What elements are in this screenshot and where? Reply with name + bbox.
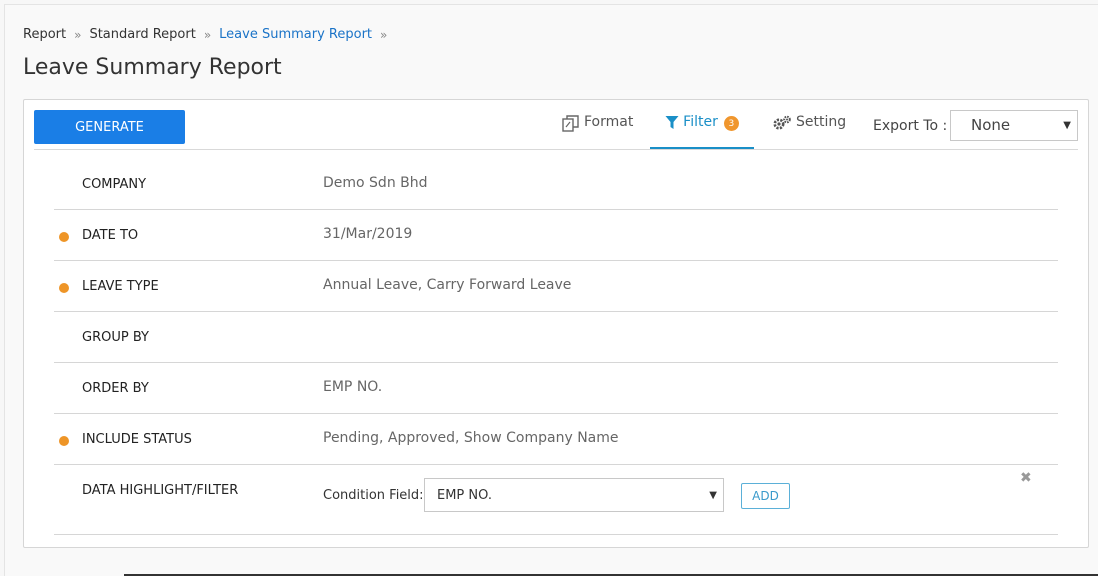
filter-row-group-by[interactable]: GROUP BY [54,312,1058,363]
filter-label: DATA HIGHLIGHT/FILTER [82,483,239,498]
export-select[interactable]: None ▼ [950,110,1078,141]
export-select-value: None [971,116,1011,134]
condition-field-select[interactable]: EMP NO. ▼ [424,478,724,512]
breadcrumb-item-current[interactable]: Leave Summary Report [219,27,372,42]
filter-value[interactable]: EMP NO. [323,379,382,395]
filter-row-date-to[interactable]: DATE TO 31/Mar/2019 [54,210,1058,261]
filter-label: ORDER BY [82,381,149,396]
toolbar-divider [34,149,1078,150]
export-label: Export To : [873,118,948,134]
breadcrumb-item-standard-report[interactable]: Standard Report [89,27,195,42]
filter-row-order-by[interactable]: ORDER BY EMP NO. [54,363,1058,414]
generate-button[interactable]: GENERATE [34,110,185,144]
filter-count-badge: 3 [723,116,739,131]
filter-row-company[interactable]: COMPANY Demo Sdn Bhd [54,159,1058,210]
tab-filter[interactable]: Filter 3 [650,114,754,150]
required-indicator-icon [59,283,69,293]
filter-label: INCLUDE STATUS [82,432,192,447]
gears-icon [772,115,792,131]
filter-row-leave-type[interactable]: LEAVE TYPE Annual Leave, Carry Forward L… [54,261,1058,312]
filter-value[interactable]: Demo Sdn Bhd [323,175,428,191]
tab-setting-label: Setting [796,114,847,130]
filter-value[interactable]: 31/Mar/2019 [323,226,412,242]
breadcrumb: Report » Standard Report » Leave Summary… [23,27,395,42]
condition-field-label: Condition Field: [323,488,424,503]
filter-label: DATE TO [82,228,139,243]
breadcrumb-separator-icon: » [203,27,212,42]
filter-row-include-status[interactable]: INCLUDE STATUS Pending, Approved, Show C… [54,414,1058,465]
page: Report » Standard Report » Leave Summary… [4,4,1098,576]
add-condition-button[interactable]: ADD [741,483,790,509]
caret-down-icon: ▼ [1063,120,1071,131]
filter-label: LEAVE TYPE [82,279,159,294]
close-icon[interactable]: ✖ [1020,470,1032,486]
tab-setting[interactable]: Setting [772,114,846,150]
filter-value[interactable]: Pending, Approved, Show Company Name [323,430,619,446]
breadcrumb-separator-icon: » [74,27,82,42]
filter-label: GROUP BY [82,330,149,345]
tab-format[interactable]: Format [562,114,633,150]
breadcrumb-separator-icon: » [380,27,388,42]
tab-filter-label: Filter [683,114,718,130]
filter-value[interactable]: Annual Leave, Carry Forward Leave [323,277,571,293]
page-title: Leave Summary Report [23,55,282,80]
filter-label: COMPANY [82,177,147,192]
report-panel: GENERATE Format Filter 3 Setting Export … [23,99,1089,548]
required-indicator-icon [59,436,69,446]
required-indicator-icon [59,232,69,242]
caret-down-icon: ▼ [709,490,717,501]
breadcrumb-item-report[interactable]: Report [23,27,66,42]
filter-icon [665,115,679,130]
tab-format-label: Format [584,114,634,130]
format-icon [562,115,580,132]
condition-field-value: EMP NO. [437,488,492,503]
filter-row-data-highlight: DATA HIGHLIGHT/FILTER Condition Field: E… [54,465,1058,535]
